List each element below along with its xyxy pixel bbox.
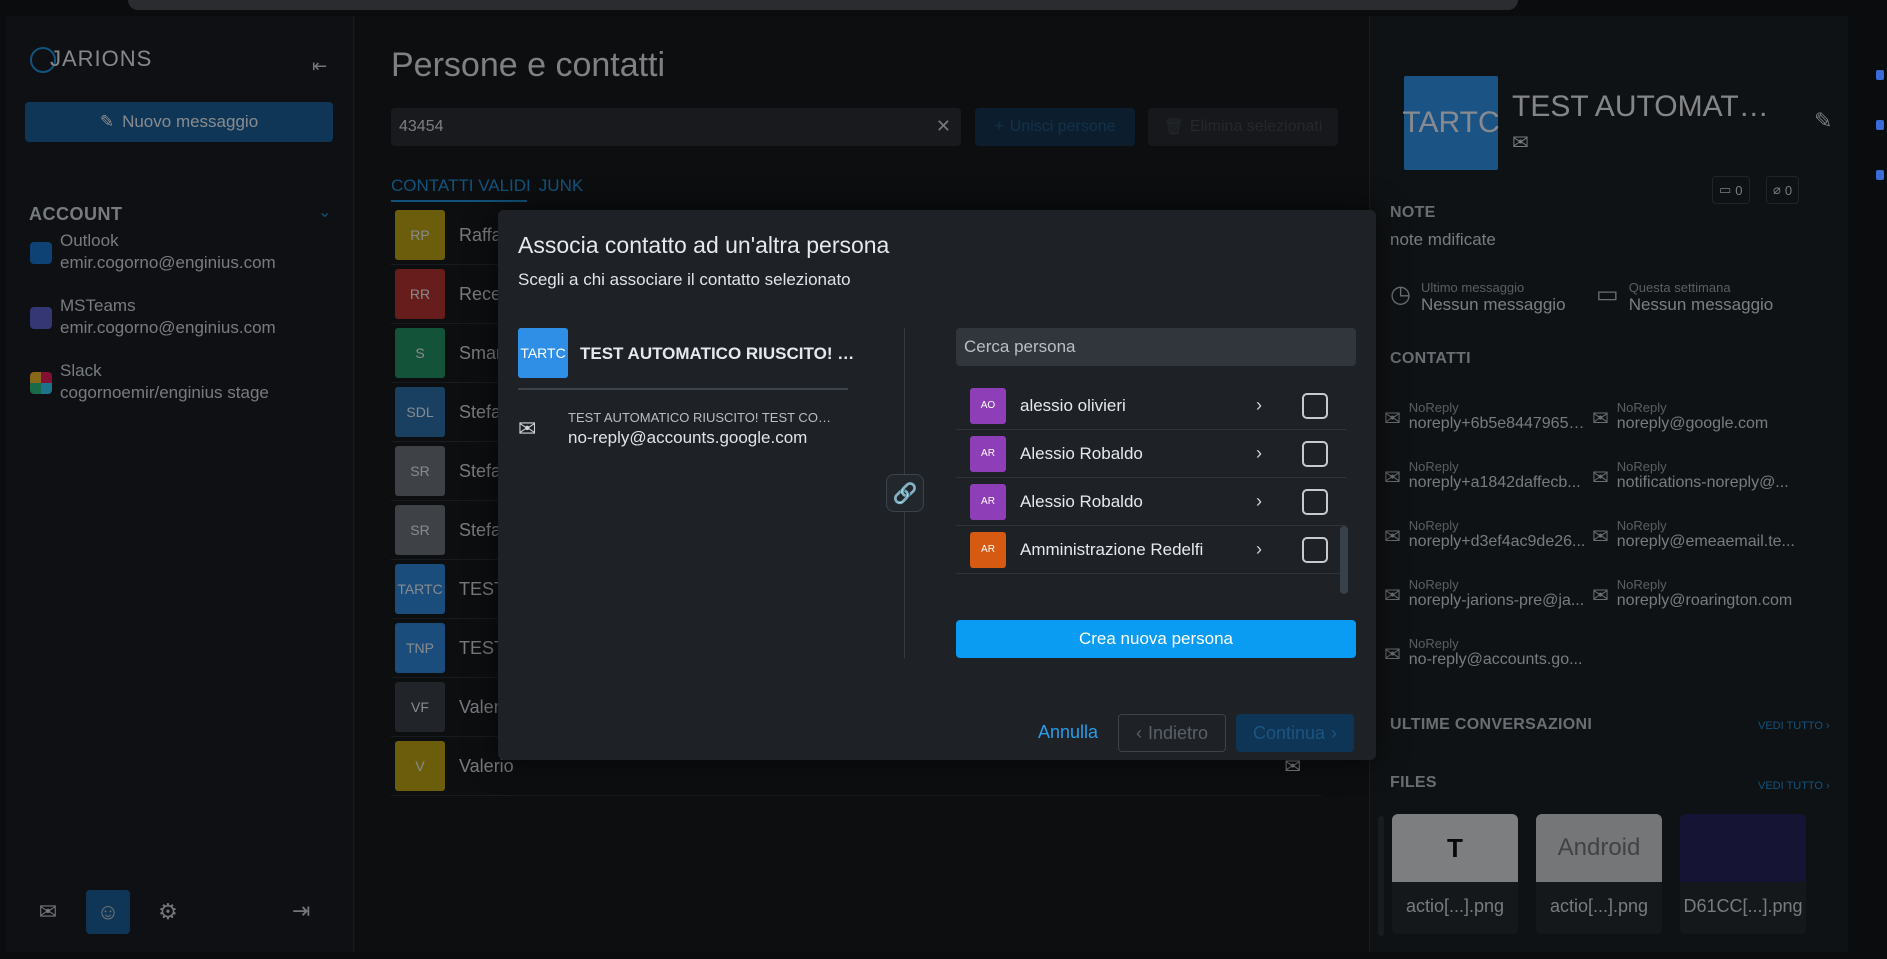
avatar: AR (970, 531, 1006, 568)
associate-contact-dialog: Associa contatto ad un'altra persona Sce… (498, 210, 1376, 760)
back-label: Indietro (1147, 722, 1209, 743)
scrollbar[interactable] (1340, 526, 1348, 594)
chevron-right-icon: › (1331, 722, 1338, 743)
mail-icon: ✉ (518, 416, 537, 441)
avatar: AR (970, 435, 1006, 472)
extension-icon[interactable] (1876, 170, 1884, 180)
divider (518, 388, 848, 390)
list-item[interactable]: AR Alessio Robaldo › (956, 478, 1346, 526)
dialog-subtitle: Scegli a chi associare il contatto selez… (518, 270, 851, 289)
browser-chrome (0, 0, 1887, 16)
link-icon: 🔗 (886, 474, 924, 512)
app-window: JARIONS ⇤ ✎ Nuovo messaggio ACCOUNT ⌄ Out… (6, 16, 1848, 952)
select-checkbox[interactable] (1302, 440, 1328, 467)
select-checkbox[interactable] (1302, 488, 1328, 515)
cancel-button[interactable]: Annulla (1038, 722, 1098, 743)
chevron-left-icon: ‹ (1135, 722, 1142, 743)
continue-label: Continua (1252, 722, 1326, 743)
avatar: AO (970, 387, 1006, 424)
list-item[interactable]: AO alessio olivieri › (956, 382, 1346, 430)
dialog-title: Associa contatto ad un'altra persona (518, 232, 890, 258)
continue-button[interactable]: Continua › (1236, 714, 1354, 752)
chevron-right-icon[interactable]: › (1256, 395, 1262, 416)
selected-mail-subject: TEST AUTOMATICO RIUSCITO! TEST COG... (568, 410, 838, 425)
select-checkbox[interactable] (1302, 392, 1328, 419)
person-name: alessio olivieri (1020, 395, 1126, 415)
avatar: AR (970, 483, 1006, 520)
selected-mail-address: no-reply@accounts.google.com (568, 428, 808, 447)
avatar: TARTC (518, 328, 568, 378)
person-name: Amministrazione Redelfi (1020, 539, 1204, 559)
list-item[interactable]: AR Amministrazione Redelfi › (956, 526, 1346, 574)
browser-side-strip (1848, 0, 1887, 959)
extension-icon[interactable] (1876, 70, 1884, 80)
chevron-right-icon[interactable]: › (1256, 443, 1262, 464)
chevron-right-icon[interactable]: › (1256, 539, 1262, 560)
extension-icon[interactable] (1876, 120, 1884, 130)
select-checkbox[interactable] (1302, 536, 1328, 563)
create-person-button[interactable]: Crea nuova persona (956, 620, 1356, 658)
person-name: Alessio Robaldo (1020, 443, 1143, 463)
list-item[interactable]: AR Alessio Robaldo › (956, 430, 1346, 478)
person-name: Alessio Robaldo (1020, 491, 1143, 511)
search-person-input[interactable] (956, 328, 1356, 366)
chevron-right-icon[interactable]: › (1256, 491, 1262, 512)
selected-contact-name: TEST AUTOMATICO RIUSCITO! TE... (580, 344, 860, 363)
address-bar[interactable] (128, 0, 1518, 10)
back-button[interactable]: ‹ Indietro (1118, 714, 1226, 752)
people-list: AO alessio olivieri › AR Alessio Robaldo › AR A… (956, 382, 1346, 578)
